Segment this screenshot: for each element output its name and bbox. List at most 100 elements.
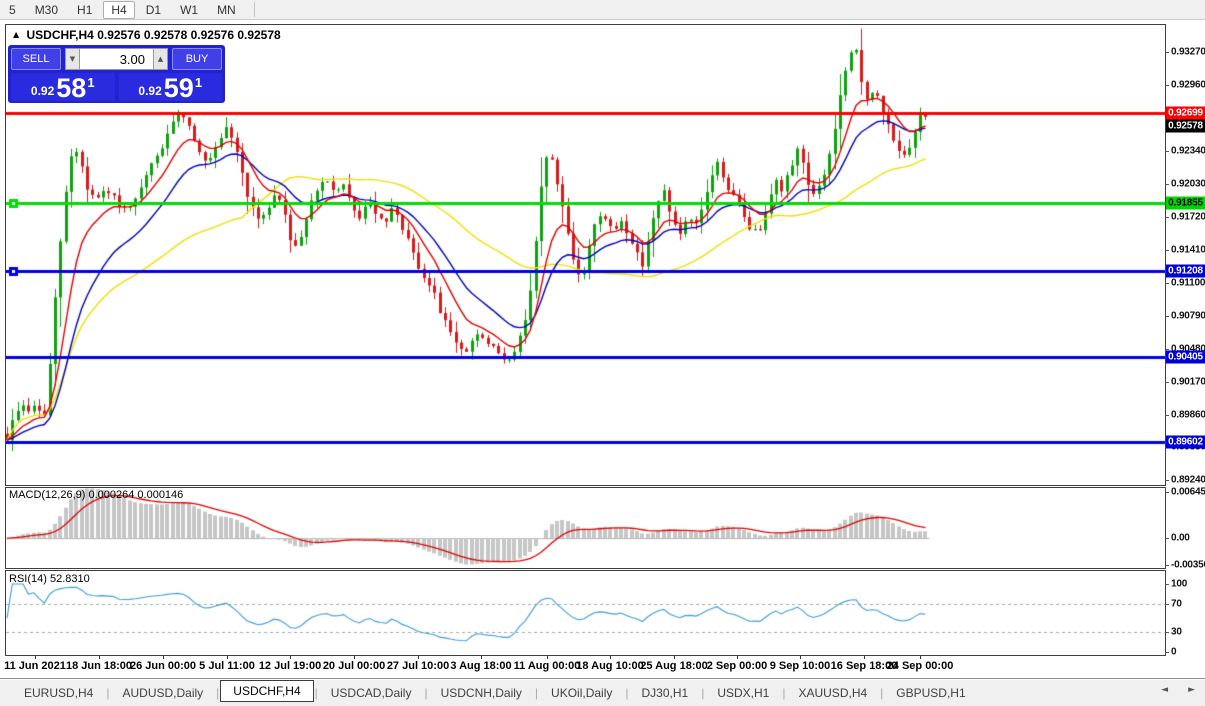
timeframe-button-m30[interactable]: M30 (27, 1, 66, 19)
time-axis-tick (354, 656, 355, 659)
sell-price-big-digits: 58 (56, 75, 86, 101)
chart-tab-eurusd-h4[interactable]: EURUSD,H4 (12, 682, 105, 704)
collapse-panel-icon[interactable]: ▲ (13, 30, 19, 39)
chart-tab-usdchf-h4[interactable]: USDCHF,H4 (220, 680, 313, 702)
timeframe-button-d1[interactable]: D1 (138, 1, 169, 19)
current-price-tag[interactable]: 0.92578 (1166, 119, 1205, 132)
time-axis-tick (920, 656, 921, 659)
blue-level-2-price-tag[interactable]: 0.90405 (1166, 350, 1205, 363)
time-axis-tick (864, 656, 865, 659)
chart-tab-bar: EURUSD,H4|AUDUSD,Daily|USDCHF,H4|USDCAD,… (0, 678, 1205, 706)
tab-scroll-controls: ◄ ► (1161, 685, 1195, 695)
chart-tab-xauusd-h4[interactable]: XAUUSD,H4 (786, 682, 879, 704)
price-axis-tick (1165, 151, 1169, 152)
timeframe-toolbar: 5M30H1H4D1W1MN (0, 0, 1205, 20)
timeframe-button-mn[interactable]: MN (209, 1, 244, 19)
timeframe-button-h1[interactable]: H1 (69, 1, 100, 19)
time-axis-label: 27 Jul 10:00 (387, 660, 449, 672)
chart-tab-usdcad-daily[interactable]: USDCAD,Daily (319, 682, 424, 704)
volume-decrease-button[interactable]: ▼ (65, 48, 80, 70)
timeframe-button-5[interactable]: 5 (1, 1, 24, 19)
time-axis-tick (418, 656, 419, 659)
chart-tab-dj30-h1[interactable]: DJ30,H1 (630, 682, 701, 704)
tab-scroll-left-icon[interactable]: ◄ (1161, 685, 1168, 695)
price-axis-tick (1165, 85, 1169, 86)
rsi-canvas[interactable] (6, 571, 1165, 655)
chart-symbol-period: USDCHF,H4 (27, 28, 94, 42)
buy-price-pipette: 1 (195, 75, 202, 90)
sell-price-display[interactable]: 0.92581 (11, 73, 115, 101)
time-axis-label: 9 Sep 10:00 (770, 660, 831, 672)
rsi-axis-tick (1165, 604, 1169, 605)
timeframe-button-w1[interactable]: W1 (172, 1, 206, 19)
time-axis-tick (610, 656, 611, 659)
price-axis-label: 0.92340 (1171, 146, 1205, 157)
price-axis-label: 0.90790 (1171, 310, 1205, 321)
time-axis-label: 26 Jun 00:00 (130, 660, 196, 672)
caret-up-icon: ▲ (158, 55, 163, 63)
price-axis-tick (1165, 52, 1169, 53)
time-axis-tick (290, 656, 291, 659)
rsi-axis-tick (1165, 652, 1169, 653)
price-axis-label: 0.89860 (1171, 409, 1205, 420)
blue-level-3-price-tag[interactable]: 0.89602 (1166, 435, 1205, 448)
timeframe-button-h4[interactable]: H4 (103, 1, 134, 19)
buy-price-big-digits: 59 (164, 75, 194, 101)
price-axis-label: 0.89240 (1171, 475, 1205, 486)
resistance-line-price-tag[interactable]: 0.92699 (1166, 106, 1205, 119)
rsi-indicator-label: RSI(14) 52.8310 (9, 573, 90, 585)
rsi-axis-label: 70 (1171, 599, 1182, 610)
rsi-indicator-panel (5, 570, 1166, 656)
tab-scroll-right-icon[interactable]: ► (1188, 685, 1195, 695)
buy-price-display[interactable]: 0.92591 (119, 73, 223, 101)
sell-price-prefix: 0.92 (31, 84, 54, 98)
macd-axis-label: 0.006451 (1171, 487, 1205, 498)
buy-button[interactable]: BUY (172, 48, 222, 70)
time-axis-label: 25 Aug 18:00 (640, 660, 707, 672)
time-axis-label: 18 Aug 10:00 (576, 660, 643, 672)
price-axis-label: 0.92030 (1171, 178, 1205, 189)
trading-terminal-window: 5M30H1H4D1W1MN ▲ USDCHF,H4 0.92576 0.925… (0, 0, 1205, 706)
one-click-trading-panel: SELL ▼ 3.00 ▲ BUY 0.92581 0.92591 (8, 45, 225, 103)
chart-tab-usdcnh-daily[interactable]: USDCNH,Daily (429, 682, 534, 704)
price-axis-tick (1165, 283, 1169, 284)
green-support-price-tag[interactable]: 0.91855 (1166, 196, 1205, 209)
rsi-axis-label: 100 (1171, 578, 1187, 589)
time-axis-tick (99, 656, 100, 659)
time-axis-tick (163, 656, 164, 659)
time-axis-tick (481, 656, 482, 659)
time-axis-label: 2 Sep 00:00 (707, 660, 768, 672)
rsi-axis-tick (1165, 632, 1169, 633)
chart-tab-gbpusd-h1[interactable]: GBPUSD,H1 (884, 682, 977, 704)
time-axis-tick (737, 656, 738, 659)
macd-axis-tick (1165, 492, 1169, 493)
price-axis-tick (1165, 415, 1169, 416)
volume-input[interactable]: 3.00 (80, 48, 153, 70)
macd-axis-tick (1165, 565, 1169, 566)
time-axis-tick (547, 656, 548, 659)
price-axis-tick (1165, 480, 1169, 481)
price-axis-tick (1165, 316, 1169, 317)
chart-tab-ukoil-daily[interactable]: UKOil,Daily (539, 682, 624, 704)
blue-level-1-price-tag[interactable]: 0.91208 (1166, 265, 1205, 278)
time-axis-tick (227, 656, 228, 659)
toolbar-divider (254, 2, 255, 17)
time-axis-tick (800, 656, 801, 659)
price-axis-label: 0.91410 (1171, 244, 1205, 255)
time-axis-label: 3 Aug 18:00 (450, 660, 511, 672)
sell-button[interactable]: SELL (11, 48, 61, 70)
macd-axis-label: 0.00 (1171, 533, 1190, 544)
price-axis-label: 0.90170 (1171, 376, 1205, 387)
time-axis-label: 18 Jun 18:00 (66, 660, 132, 672)
rsi-axis-tick (1165, 584, 1169, 585)
time-axis-tick (674, 656, 675, 659)
macd-indicator-label: MACD(12,26,9) 0.000264 0.000146 (9, 489, 183, 501)
volume-spinner: ▼ 3.00 ▲ (65, 48, 168, 70)
chart-tab-usdx-h1[interactable]: USDX,H1 (705, 682, 781, 704)
price-axis-label: 0.93270 (1171, 47, 1205, 58)
price-axis-tick (1165, 217, 1169, 218)
volume-increase-button[interactable]: ▲ (153, 48, 168, 70)
time-axis-label: 12 Jul 19:00 (259, 660, 321, 672)
time-axis-label: 11 Aug 00:00 (514, 660, 581, 672)
chart-tab-audusd-daily[interactable]: AUDUSD,Daily (110, 682, 215, 704)
